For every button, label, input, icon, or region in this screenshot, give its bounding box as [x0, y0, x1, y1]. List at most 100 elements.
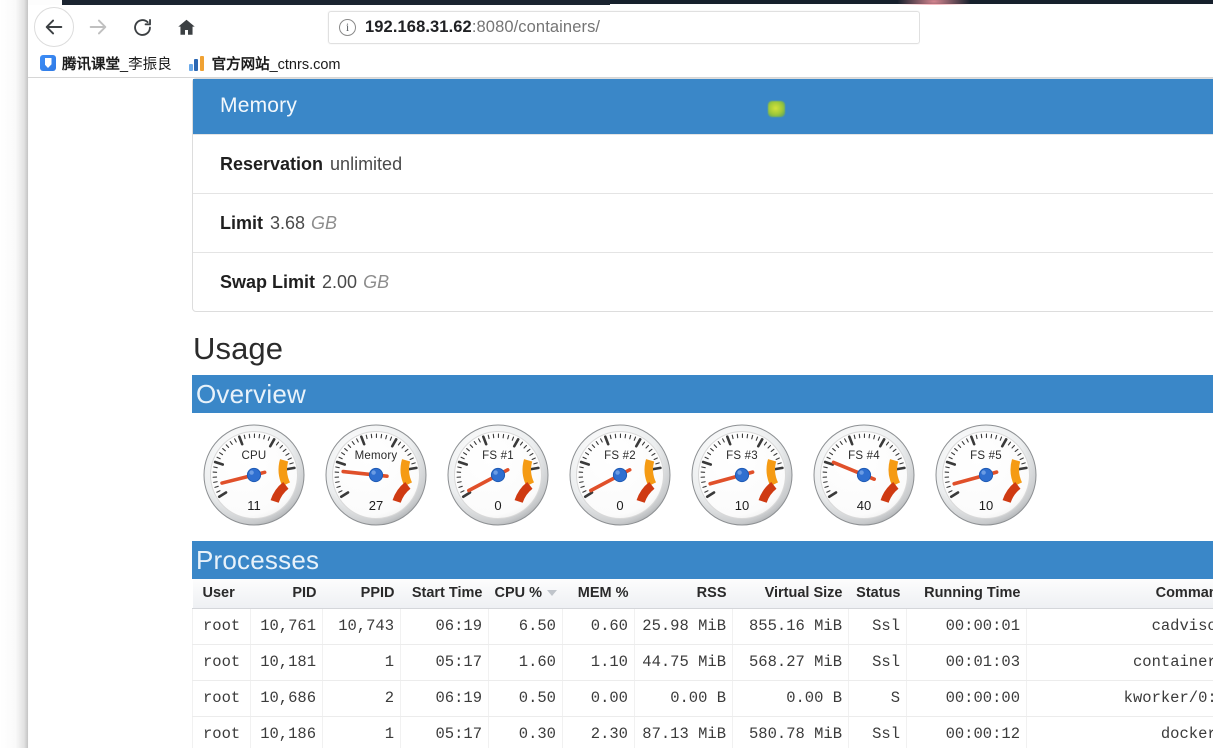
col-header-cpu-percent[interactable]: CPU %	[488, 579, 563, 609]
home-button[interactable]	[166, 7, 206, 47]
cell-ppid: 1	[322, 644, 401, 681]
memory-reservation-label: Reservation	[220, 153, 324, 174]
cell-running-time: 00:00:00	[906, 680, 1027, 717]
cell-ppid: 1	[322, 716, 401, 748]
bookmark-item-tencent-class[interactable]: 腾讯课堂_李振良	[40, 53, 172, 74]
page-info-icon[interactable]: i	[339, 19, 356, 36]
gauge-label: FS #2	[604, 450, 636, 462]
cell-mem-percent: 0.00	[562, 680, 635, 717]
table-row[interactable]: root 10,686 2 06:19 0.50 0.00 0.00 B 0.00 B S 00:…	[192, 680, 1213, 717]
reload-icon	[133, 18, 151, 36]
cell-rss: 44.75 MiB	[634, 644, 733, 681]
cell-virtual-size: 580.78 MiB	[732, 716, 849, 748]
bookmark-label-main: 官方网站	[211, 56, 270, 73]
status-dot-icon	[768, 101, 785, 117]
col-header-running-time[interactable]: Running Time	[906, 579, 1027, 609]
memory-swap-limit-unit: GB	[363, 271, 390, 292]
bookmark-item-official-site[interactable]: 官方网站_ctnrs.com	[188, 53, 341, 74]
gauge-label: Memory	[354, 450, 398, 462]
bar-chart-icon	[188, 55, 206, 71]
memory-limit-unit: GB	[311, 212, 338, 233]
address-bar-url: 192.168.31.62:8080/containers/	[365, 18, 600, 37]
navigation-buttons	[34, 7, 206, 47]
cell-running-time: 00:00:12	[906, 716, 1027, 748]
back-button[interactable]	[34, 7, 74, 47]
tencent-class-icon	[40, 55, 56, 71]
cell-cpu-percent: 0.30	[488, 716, 563, 748]
table-row[interactable]: root 10,761 10,743 06:19 6.50 0.60 25.98 MiB 85…	[192, 608, 1213, 645]
table-row[interactable]: root 10,181 1 05:17 1.60 1.10 44.75 MiB 568.27 …	[192, 644, 1213, 681]
col-header-start-time[interactable]: Start Time	[400, 579, 489, 609]
cell-status: Ssl	[848, 608, 907, 645]
cell-pid: 10,181	[250, 644, 323, 681]
cell-cpu-percent: 1.60	[488, 644, 563, 681]
col-header-rss[interactable]: RSS	[634, 579, 733, 609]
col-header-user[interactable]: User	[192, 579, 251, 609]
gauge-list: CPU 11 Memory 27 FS #1 0 FS #2 0 FS #3 10 FS #4 40 F…	[202, 423, 1213, 527]
cell-start-time: 05:17	[400, 644, 489, 681]
col-header-cpu-percent-label: CPU %	[494, 585, 543, 601]
cell-start-time: 05:17	[400, 716, 489, 748]
cell-start-time: 06:19	[400, 608, 489, 645]
bookmark-label-main: 腾讯课堂	[62, 56, 120, 73]
window-left-edge	[0, 0, 28, 748]
gauge-cpu: CPU 11	[202, 423, 306, 527]
gauge-label: CPU	[241, 450, 267, 462]
address-bar[interactable]: i 192.168.31.62:8080/containers/	[328, 11, 920, 44]
memory-reservation-value: unlimited	[330, 153, 403, 174]
gauge-label: FS #3	[726, 450, 758, 462]
gauge-value: 40	[856, 498, 872, 513]
memory-limit-label: Limit	[220, 212, 263, 233]
overview-band: Overview	[192, 375, 1213, 413]
cell-mem-percent: 2.30	[562, 716, 635, 748]
cell-ppid: 2	[322, 680, 401, 717]
bookmark-label-sub: _ctnrs.com	[269, 56, 341, 73]
url-path: :8080/containers/	[471, 18, 601, 36]
cell-pid: 10,686	[250, 680, 323, 717]
cell-virtual-size: 855.16 MiB	[732, 608, 849, 645]
cell-pid: 10,761	[250, 608, 323, 645]
bookmark-label: 腾讯课堂_李振良	[62, 53, 172, 74]
col-header-command[interactable]: Command	[1026, 579, 1213, 609]
reload-button[interactable]	[122, 7, 162, 47]
page-viewport: Memory Reservation unlimited Limit 3.68 …	[29, 78, 1213, 748]
processes-table-header-row: User PID PPID Start Time CPU % MEM % RSS…	[192, 579, 1213, 609]
gauge-label: FS #1	[482, 450, 514, 462]
cell-rss: 0.00 B	[634, 680, 733, 717]
gauge-value: 10	[734, 498, 750, 513]
memory-panel-header: Memory	[193, 79, 1213, 134]
cell-command: kworker/0:0	[1026, 680, 1213, 717]
browser-toolbar: i 192.168.31.62:8080/containers/	[28, 5, 1213, 49]
home-icon	[177, 19, 195, 35]
cell-user: root	[192, 716, 251, 748]
memory-swap-limit-value: 2.00	[322, 271, 358, 292]
col-header-pid[interactable]: PID	[250, 579, 323, 609]
gauge-value: 27	[368, 498, 384, 513]
cell-ppid: 10,743	[322, 608, 401, 645]
overview-gauges: CPU 11 Memory 27 FS #1 0 FS #2 0 FS #3 10 FS #4 40 F…	[192, 413, 1213, 531]
bookmark-label-sub: _李振良	[120, 56, 172, 73]
col-header-mem-percent[interactable]: MEM %	[562, 579, 635, 609]
cell-status: Ssl	[848, 644, 907, 681]
cell-command: cadvisor	[1026, 608, 1213, 645]
memory-panel: Memory Reservation unlimited Limit 3.68 …	[192, 78, 1213, 312]
cell-rss: 87.13 MiB	[634, 716, 733, 748]
col-header-virtual-size[interactable]: Virtual Size	[732, 579, 849, 609]
cell-running-time: 00:01:03	[906, 644, 1027, 681]
col-header-ppid[interactable]: PPID	[322, 579, 401, 609]
gauge-label: FS #4	[848, 450, 880, 462]
col-header-status[interactable]: Status	[848, 579, 907, 609]
cell-mem-percent: 0.60	[562, 608, 635, 645]
memory-limit-row: Limit 3.68 GB	[193, 193, 1213, 252]
arrow-right-icon	[89, 19, 107, 35]
gauge-value: 10	[978, 498, 994, 513]
cell-user: root	[192, 644, 251, 681]
memory-limit-value: 3.68	[270, 212, 306, 233]
cell-running-time: 00:00:01	[906, 608, 1027, 645]
bookmark-label: 官方网站_ctnrs.com	[212, 53, 341, 74]
cell-status: S	[848, 680, 907, 717]
forward-button[interactable]	[78, 7, 118, 47]
usage-heading: Usage	[193, 331, 284, 366]
cell-mem-percent: 1.10	[562, 644, 635, 681]
table-row[interactable]: root 10,186 1 05:17 0.30 2.30 87.13 MiB 580.78 …	[192, 716, 1213, 748]
